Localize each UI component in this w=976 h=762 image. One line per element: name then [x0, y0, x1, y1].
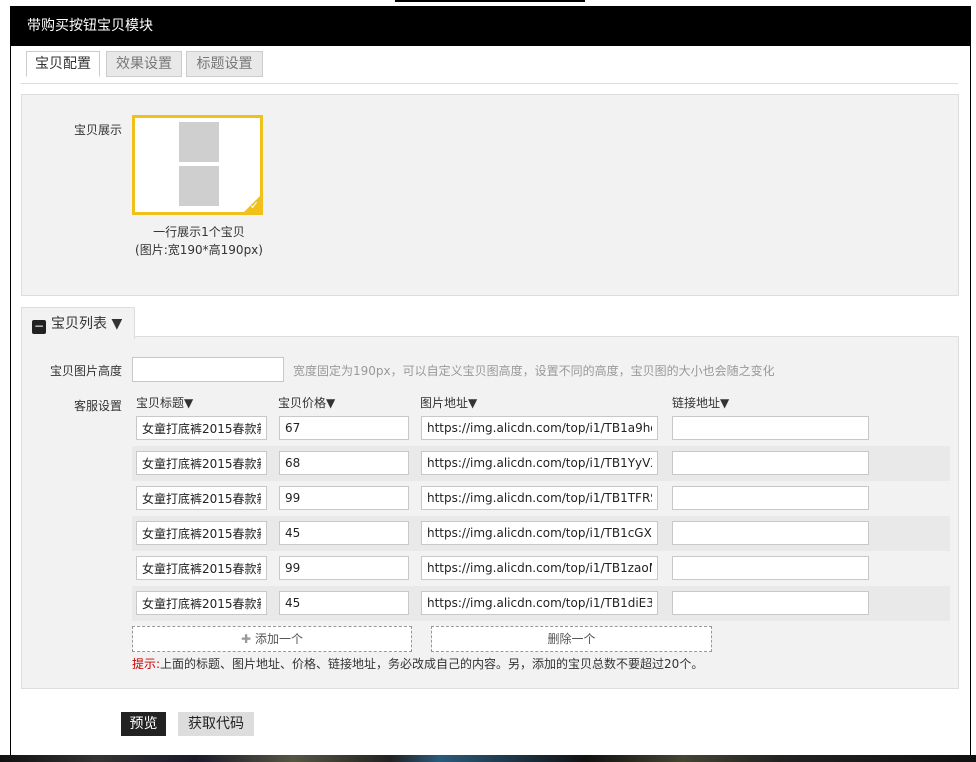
- item-title-input[interactable]: [136, 591, 267, 615]
- tip-prefix: 提示:: [132, 657, 161, 671]
- column-header-price[interactable]: 宝贝价格▼: [278, 394, 335, 411]
- item-image-input[interactable]: [421, 521, 658, 545]
- display-option-caption: 一行展示1个宝贝: [153, 225, 245, 239]
- image-height-input[interactable]: [132, 357, 284, 382]
- item-price-input[interactable]: [279, 521, 409, 545]
- column-header-link[interactable]: 链接地址▼: [672, 394, 729, 411]
- item-price-input[interactable]: [279, 591, 409, 615]
- item-link-input[interactable]: [672, 556, 869, 580]
- display-label: 宝贝展示: [73, 123, 122, 137]
- tip-text: 提示:上面的标题、图片地址、价格、链接地址，务必改成自己的内容。另，添加的宝贝总…: [132, 655, 703, 672]
- item-link-input[interactable]: [672, 591, 869, 615]
- item-title-input[interactable]: [136, 556, 267, 580]
- tab-divider: [21, 83, 958, 84]
- add-item-label: 添加一个: [254, 632, 303, 646]
- item-image-input[interactable]: [421, 486, 658, 510]
- item-image-input[interactable]: [421, 556, 658, 580]
- tab-effect-settings[interactable]: 效果设置: [106, 51, 182, 77]
- service-label: 客服设置: [73, 399, 122, 413]
- tab-title-settings[interactable]: 标题设置: [186, 51, 263, 77]
- item-image-input[interactable]: [421, 416, 658, 440]
- item-image-input[interactable]: [421, 451, 658, 475]
- check-icon: ✓: [249, 199, 259, 212]
- remove-item-button[interactable]: 删除一个: [431, 626, 712, 652]
- collapse-icon: −: [32, 319, 46, 334]
- background-bar: [395, 0, 585, 2]
- item-list-title: 宝贝列表 ▼: [51, 316, 123, 332]
- item-price-input[interactable]: [279, 486, 409, 510]
- item-list-toggle[interactable]: − 宝贝列表 ▼: [21, 307, 135, 339]
- background-strip-bottom: [0, 755, 976, 762]
- item-price-input[interactable]: [279, 451, 409, 475]
- column-header-title[interactable]: 宝贝标题▼: [136, 394, 193, 411]
- item-title-input[interactable]: [136, 486, 267, 510]
- plus-icon: ✚: [241, 632, 252, 646]
- item-price-input[interactable]: [279, 556, 409, 580]
- item-link-input[interactable]: [672, 451, 869, 475]
- image-height-hint: 宽度固定为190px，可以自定义宝贝图高度，设置不同的高度，宝贝图的大小也会随之…: [293, 364, 775, 378]
- item-price-input[interactable]: [279, 416, 409, 440]
- item-link-input[interactable]: [672, 521, 869, 545]
- image-height-label: 宝贝图片高度: [49, 364, 122, 378]
- preview-button[interactable]: 预览: [121, 712, 166, 736]
- item-title-input[interactable]: [136, 451, 267, 475]
- item-image-input[interactable]: [421, 591, 658, 615]
- column-header-image[interactable]: 图片地址▼: [420, 394, 477, 411]
- get-code-button[interactable]: 获取代码: [178, 712, 254, 736]
- item-title-input[interactable]: [136, 521, 267, 545]
- placeholder-image-top: [179, 122, 219, 162]
- item-link-input[interactable]: [672, 416, 869, 440]
- item-title-input[interactable]: [136, 416, 267, 440]
- item-link-input[interactable]: [672, 486, 869, 510]
- tab-item-config[interactable]: 宝贝配置: [26, 51, 100, 77]
- display-option-size: (图片:宽190*高190px): [135, 243, 263, 257]
- tip-body: 上面的标题、图片地址、价格、链接地址，务必改成自己的内容。另，添加的宝贝总数不要…: [160, 657, 704, 671]
- add-item-button[interactable]: ✚ 添加一个: [132, 626, 412, 652]
- placeholder-image-bottom: [179, 166, 219, 206]
- dialog-title: 带购买按钮宝贝模块: [11, 6, 970, 46]
- display-option-1-per-row[interactable]: ✓: [132, 115, 263, 215]
